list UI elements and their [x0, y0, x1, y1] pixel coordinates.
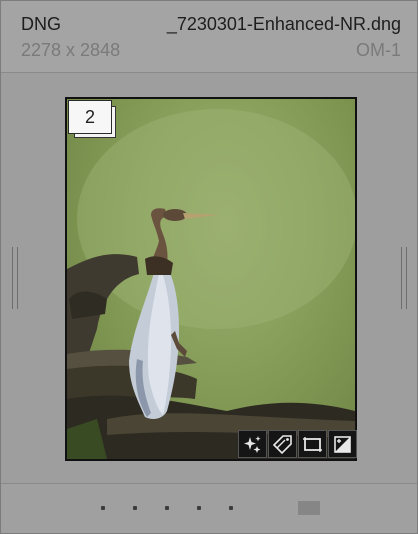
rating-dot[interactable]: [101, 506, 105, 510]
color-label-swatch[interactable]: [298, 501, 320, 515]
left-resize-handle[interactable]: [12, 247, 18, 309]
stack-count: 2: [68, 100, 112, 134]
grid-cell[interactable]: DNG _7230301-Enhanced-NR.dng 2278 x 2848…: [0, 0, 418, 534]
cell-footer: [1, 483, 417, 533]
thumbnail-badges: [237, 430, 357, 460]
rating-dot[interactable]: [197, 506, 201, 510]
cell-header: DNG _7230301-Enhanced-NR.dng 2278 x 2848…: [1, 1, 417, 73]
camera-model: OM-1: [356, 40, 401, 60]
keywords-tag-icon[interactable]: [268, 430, 297, 458]
rating-dot[interactable]: [133, 506, 137, 510]
rating-dot[interactable]: [165, 506, 169, 510]
rating-dot[interactable]: [229, 506, 233, 510]
crop-icon[interactable]: [298, 430, 327, 458]
star-rating[interactable]: [101, 506, 233, 510]
develop-settings-icon[interactable]: [238, 430, 267, 458]
thumbnail-image[interactable]: [67, 99, 355, 459]
thumbnail-frame[interactable]: [65, 97, 357, 461]
stack-count-badge[interactable]: 2: [68, 100, 118, 140]
right-resize-handle[interactable]: [401, 247, 407, 309]
image-dimensions: 2278 x 2848: [21, 40, 121, 60]
bird-photo-illustration: [67, 109, 355, 459]
exposure-adjust-icon[interactable]: [328, 430, 357, 458]
file-extension: DNG: [21, 14, 61, 34]
file-name: _7230301-Enhanced-NR.dng: [166, 14, 401, 34]
